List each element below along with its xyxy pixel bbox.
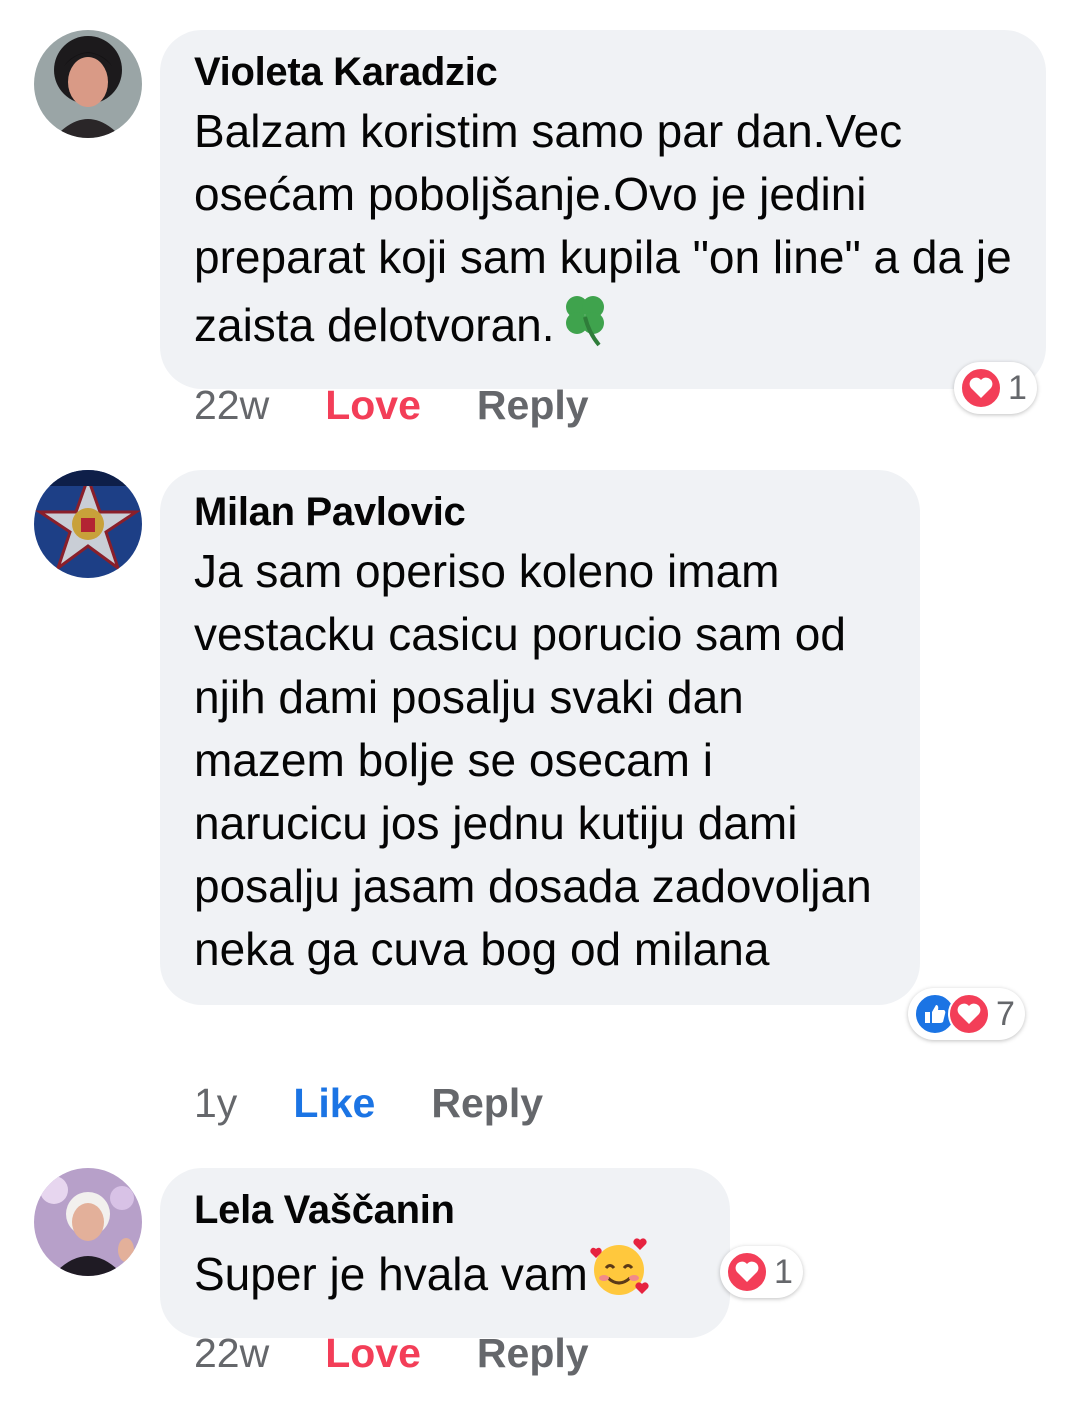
comment-bubble: Violeta Karadzic Balzam koristim samo pa… — [160, 30, 1046, 389]
love-button[interactable]: Love — [325, 382, 421, 429]
heart-icon — [726, 1251, 768, 1293]
timestamp[interactable]: 22w — [194, 382, 269, 429]
reaction-count: 1 — [1008, 368, 1027, 407]
timestamp[interactable]: 22w — [194, 1330, 269, 1377]
author-name[interactable]: Milan Pavlovic — [194, 488, 886, 536]
reaction-summary[interactable]: 1 — [954, 362, 1037, 414]
reply-button[interactable]: Reply — [477, 382, 589, 429]
like-button[interactable]: Like — [293, 1080, 375, 1127]
four-leaf-clover-emoji — [555, 289, 615, 365]
reply-button[interactable]: Reply — [431, 1080, 543, 1127]
comment-actions: 1y Like Reply — [194, 1080, 599, 1127]
reaction-count: 1 — [774, 1252, 793, 1291]
smiling-face-with-hearts-emoji — [588, 1238, 650, 1314]
timestamp[interactable]: 1y — [194, 1080, 237, 1127]
reply-button[interactable]: Reply — [477, 1330, 589, 1377]
reaction-summary[interactable]: 1 — [720, 1246, 803, 1298]
love-button[interactable]: Love — [325, 1330, 421, 1377]
author-name[interactable]: Violeta Karadzic — [194, 48, 1012, 96]
comment-text: Ja sam operiso koleno imam vestacku casi… — [194, 545, 872, 975]
heart-icon — [960, 367, 1002, 409]
avatar[interactable] — [34, 470, 142, 578]
comment-actions: 22w Love Reply — [194, 382, 645, 429]
comment-bubble: Lela Vaščanin Super je hvala vam — [160, 1168, 730, 1338]
reaction-summary[interactable]: 7 — [908, 988, 1025, 1040]
comment-actions: 22w Love Reply — [194, 1330, 645, 1377]
avatar[interactable] — [34, 1168, 142, 1276]
comment-text: Super je hvala vam — [194, 1248, 588, 1300]
comment-bubble: Milan Pavlovic Ja sam operiso koleno ima… — [160, 470, 920, 1005]
reaction-count: 7 — [996, 994, 1015, 1033]
heart-icon — [948, 993, 990, 1035]
avatar[interactable] — [34, 30, 142, 138]
author-name[interactable]: Lela Vaščanin — [194, 1186, 696, 1234]
